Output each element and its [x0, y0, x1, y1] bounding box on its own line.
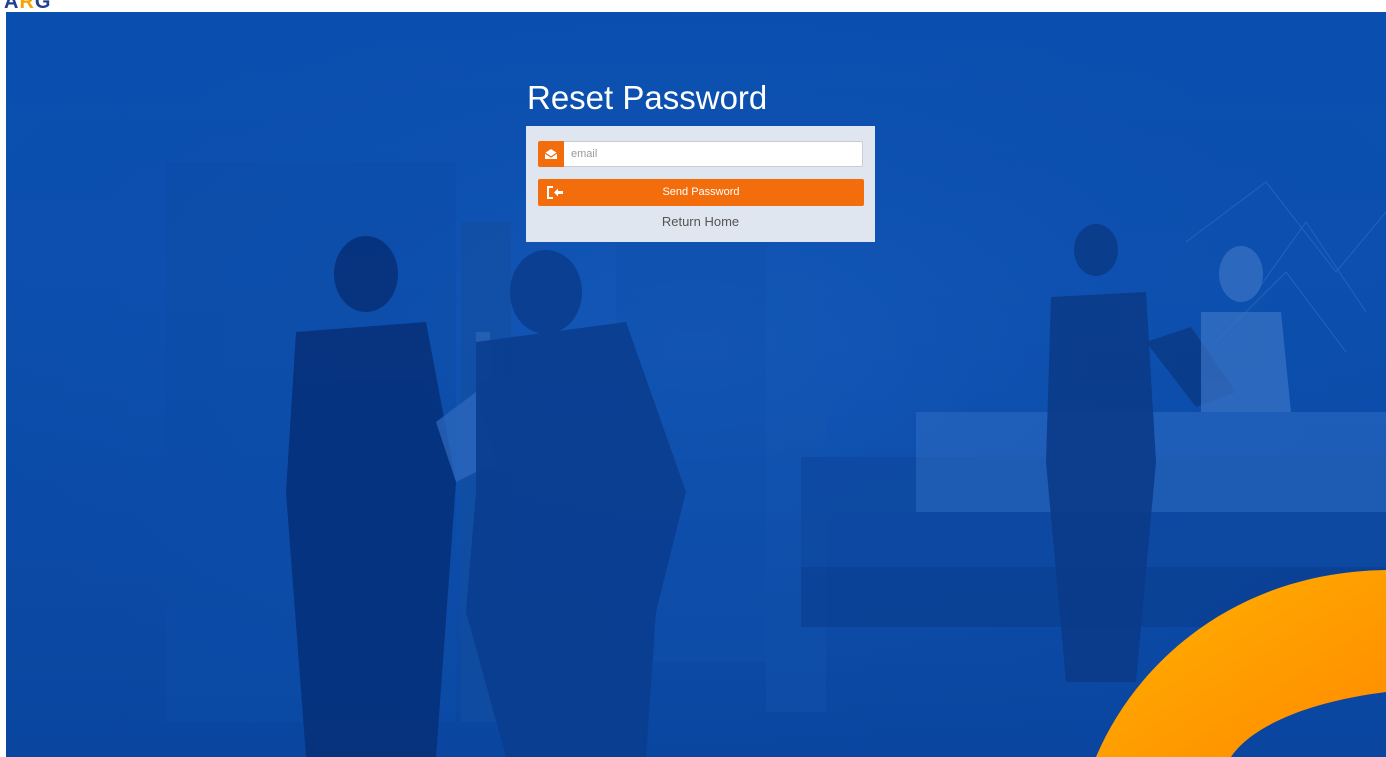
- envelope-open-icon: [538, 141, 564, 167]
- background-office-image: [6, 12, 1386, 757]
- email-input-group: [538, 141, 863, 167]
- top-bar: ARG: [0, 0, 1386, 12]
- send-password-button[interactable]: Send Password: [538, 179, 864, 206]
- send-password-label: Send Password: [662, 186, 740, 198]
- return-home-link[interactable]: Return Home: [526, 214, 875, 229]
- reset-password-panel: Send Password Return Home: [526, 126, 875, 242]
- background-stage: Reset Password Send Password Return Home: [6, 12, 1386, 757]
- brand-logo[interactable]: ARG: [4, 0, 51, 12]
- email-field[interactable]: [564, 141, 863, 167]
- page-title: Reset Password: [527, 79, 768, 116]
